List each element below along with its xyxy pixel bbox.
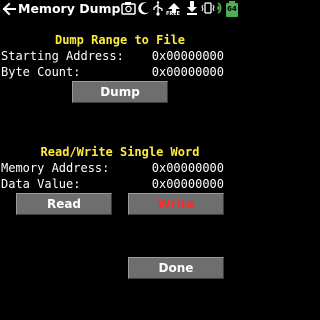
- read-write-heading: Read/Write Single Word: [40, 145, 200, 159]
- dump-button[interactable]: Dump: [72, 81, 168, 103]
- read-button[interactable]: Read: [16, 193, 112, 215]
- data-value-label: Data Value:: [1, 177, 81, 191]
- download-icon: [185, 0, 199, 20]
- free-label: FREE: [166, 11, 181, 17]
- back-arrow-icon[interactable]: [2, 1, 16, 16]
- memory-address-label: Memory Address:: [1, 161, 110, 175]
- moon-icon: [138, 0, 151, 20]
- memory-address-value[interactable]: 0x00000000: [152, 161, 224, 175]
- battery-level-label: 64: [227, 5, 237, 13]
- usb-icon: [152, 0, 164, 20]
- done-button[interactable]: Done: [128, 257, 224, 279]
- page-title: Memory Dump: [18, 1, 121, 16]
- dump-range-heading: Dump Range to File: [54, 33, 186, 47]
- starting-address-label: Starting Address:: [1, 49, 124, 63]
- title-bar: Memory Dump FREE 64: [0, 0, 240, 18]
- vibrate-icon: [201, 0, 215, 20]
- data-value-value[interactable]: 0x00000000: [152, 177, 224, 191]
- starting-address-value[interactable]: 0x00000000: [152, 49, 224, 63]
- byte-count-value[interactable]: 0x00000000: [152, 65, 224, 79]
- byte-count-label: Byte Count:: [1, 65, 81, 79]
- write-button[interactable]: Write: [128, 193, 224, 215]
- camera-icon: [121, 0, 136, 20]
